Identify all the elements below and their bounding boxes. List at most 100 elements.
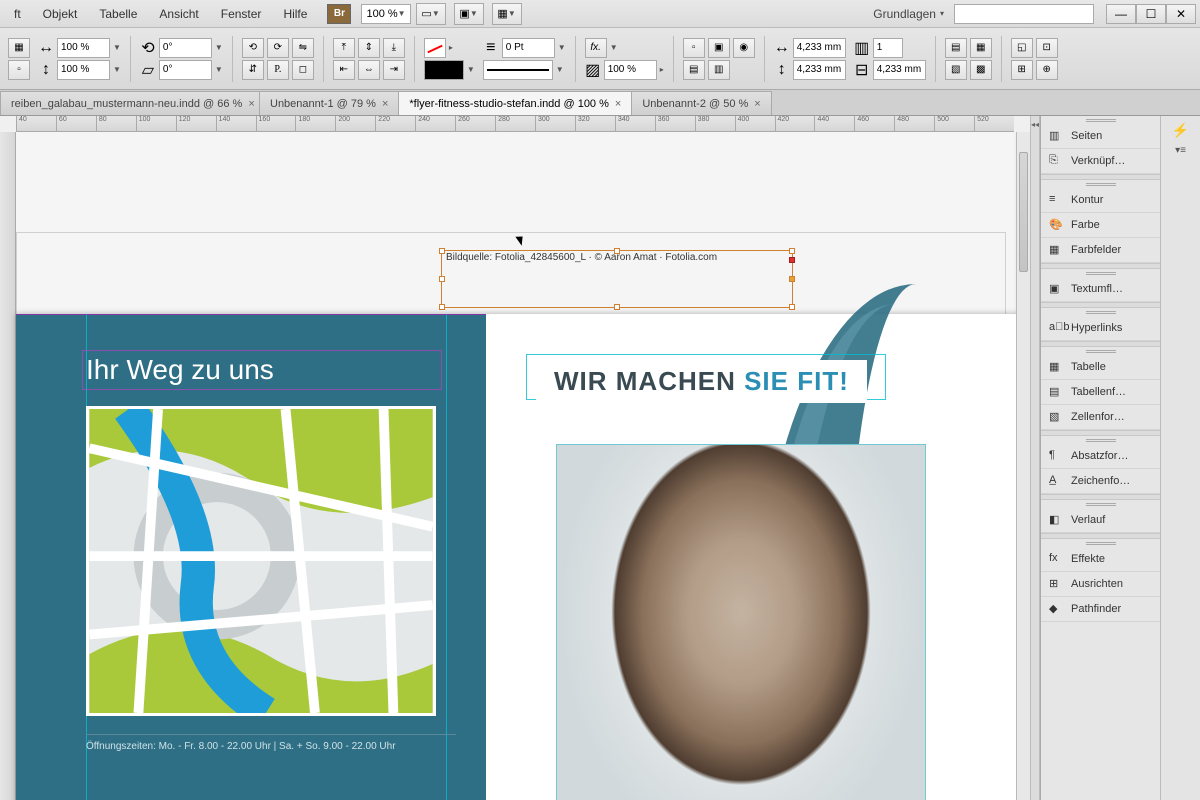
- panel-table[interactable]: ▦Tabelle: [1041, 355, 1160, 380]
- panel-path[interactable]: ◆Pathfinder: [1041, 597, 1160, 622]
- menu-table[interactable]: Tabelle: [89, 3, 147, 25]
- document-tab[interactable]: reiben_galabau_mustermann-neu.indd @ 66 …: [0, 91, 260, 115]
- rotate-cw-icon[interactable]: ⟳: [267, 38, 289, 58]
- vertical-ruler[interactable]: [0, 132, 16, 800]
- wrap-jump-icon[interactable]: ▤: [683, 60, 705, 80]
- shear-field[interactable]: [159, 60, 212, 80]
- gutter-field[interactable]: [873, 60, 926, 80]
- close-icon[interactable]: ×: [754, 98, 760, 110]
- textframe-opt4-icon[interactable]: ▩: [970, 60, 992, 80]
- search-input[interactable]: [954, 4, 1094, 24]
- bridge-button[interactable]: Br: [327, 4, 351, 24]
- model-photo-frame[interactable]: [556, 444, 926, 800]
- scrollbar-thumb[interactable]: [1019, 152, 1028, 272]
- flip-v-icon[interactable]: ⇵: [242, 60, 264, 80]
- wrap-none-icon[interactable]: ▫: [683, 38, 705, 58]
- textframe-opt1-icon[interactable]: ▤: [945, 38, 967, 58]
- columns-field[interactable]: [873, 38, 903, 58]
- panel-stroke[interactable]: ≡Kontur: [1041, 188, 1160, 213]
- stroke-weight-icon: ≡: [483, 40, 499, 56]
- panel-color[interactable]: 🎨Farbe: [1041, 213, 1160, 238]
- zoom-combo[interactable]: 100 % ▼: [361, 4, 410, 24]
- fit-frame-icon[interactable]: ⊞: [1011, 60, 1033, 80]
- point-type-icon[interactable]: P.: [267, 60, 289, 80]
- view-options-button[interactable]: ▭▼: [416, 3, 446, 25]
- gap-x-field[interactable]: [793, 38, 846, 58]
- close-icon[interactable]: ×: [382, 98, 388, 110]
- lightning-icon[interactable]: ⚡: [1172, 122, 1189, 139]
- workspace-switcher[interactable]: Grundlagen▾: [865, 7, 952, 21]
- rotate-ccw-icon[interactable]: ⟲: [242, 38, 264, 58]
- tablef-icon: ▤: [1049, 385, 1065, 399]
- panel-swatches[interactable]: ▦Farbfelder: [1041, 238, 1160, 263]
- menu-window[interactable]: Fenster: [211, 3, 272, 25]
- stroke-swatch[interactable]: [424, 60, 464, 80]
- document-tab[interactable]: Unbenannt-2 @ 50 %×: [631, 91, 771, 115]
- close-icon[interactable]: ×: [248, 98, 254, 110]
- align-right-icon[interactable]: ⇥: [383, 60, 405, 80]
- menu-item[interactable]: ft: [4, 3, 31, 25]
- menu-object[interactable]: Objekt: [33, 3, 88, 25]
- panel-wrap[interactable]: ▣Textumfl…: [1041, 277, 1160, 302]
- flyer-page[interactable]: Ihr Weg zu uns: [16, 314, 1021, 800]
- ref-point-icon[interactable]: ▦: [8, 38, 30, 58]
- arrange-button[interactable]: ▦▼: [492, 3, 522, 25]
- fit-content-icon[interactable]: ⊡: [1036, 38, 1058, 58]
- document-tab[interactable]: Unbenannt-1 @ 79 %×: [259, 91, 399, 115]
- align-top-icon[interactable]: ⤒: [333, 38, 355, 58]
- image-credit-text: Bildquelle: Fotolia_42845600_L · © Aaron…: [446, 252, 717, 263]
- textframe-opt2-icon[interactable]: ▦: [970, 38, 992, 58]
- fill-none-swatch[interactable]: [424, 38, 446, 58]
- panel-collapse-strip[interactable]: ◂◂: [1030, 116, 1040, 800]
- corner-options-icon[interactable]: ◱: [1011, 38, 1033, 58]
- window-minimize-button[interactable]: —: [1106, 4, 1136, 24]
- scale-y-field[interactable]: [57, 60, 110, 80]
- flip-h-icon[interactable]: ⇋: [292, 38, 314, 58]
- stroke-weight-field[interactable]: [502, 38, 555, 58]
- panel-label: Zeichenfo…: [1071, 475, 1130, 487]
- wrap-jumpnext-icon[interactable]: ▥: [708, 60, 730, 80]
- select-container-icon[interactable]: ◻: [292, 60, 314, 80]
- headline-text: WIR MACHEN SIE FIT!: [536, 360, 867, 403]
- horizontal-ruler[interactable]: 4060801001201401601802002202402602803003…: [16, 116, 1014, 132]
- window-maximize-button[interactable]: ☐: [1136, 4, 1166, 24]
- panel-label: Verlauf: [1071, 514, 1105, 526]
- center-content-icon[interactable]: ⊕: [1036, 60, 1058, 80]
- window-close-button[interactable]: ✕: [1166, 4, 1196, 24]
- screen-mode-button[interactable]: ▣▼: [454, 3, 484, 25]
- scale-x-field[interactable]: [57, 38, 110, 58]
- textframe-opt3-icon[interactable]: ▧: [945, 60, 967, 80]
- panel-grad[interactable]: ◧Verlauf: [1041, 508, 1160, 533]
- align-vcenter-icon[interactable]: ⇕: [358, 38, 380, 58]
- extras-strip: ⚡ ▾≡: [1160, 116, 1200, 800]
- panel-para[interactable]: ¶Absatzfor…: [1041, 444, 1160, 469]
- wrap-bbox-icon[interactable]: ▣: [708, 38, 730, 58]
- document-tab-active[interactable]: *flyer-fitness-studio-stefan.indd @ 100 …: [398, 91, 632, 115]
- close-icon[interactable]: ×: [615, 98, 621, 110]
- panel-fx[interactable]: fxEffekte: [1041, 547, 1160, 572]
- align-hcenter-icon[interactable]: ⇔: [358, 60, 380, 80]
- gap-y-field[interactable]: [793, 60, 846, 80]
- map-image-frame[interactable]: [86, 406, 436, 716]
- fx-button[interactable]: fx.: [585, 38, 607, 58]
- constrain-icon[interactable]: ▫: [8, 60, 30, 80]
- vertical-scrollbar[interactable]: [1016, 132, 1030, 800]
- document-canvas[interactable]: 4060801001201401601802002202402602803003…: [0, 116, 1030, 800]
- panel-align[interactable]: ⊞Ausrichten: [1041, 572, 1160, 597]
- panel-menu-icon[interactable]: ▾≡: [1175, 145, 1186, 156]
- panel-links[interactable]: ⎘Verknüpf…: [1041, 149, 1160, 174]
- panel-tablef[interactable]: ▤Tabellenf…: [1041, 380, 1160, 405]
- menu-view[interactable]: Ansicht: [149, 3, 208, 25]
- align-bottom-icon[interactable]: ⤓: [383, 38, 405, 58]
- align-left-icon[interactable]: ⇤: [333, 60, 355, 80]
- panel-pages[interactable]: ▥Seiten: [1041, 124, 1160, 149]
- panel-label: Seiten: [1071, 130, 1102, 142]
- opacity-field[interactable]: [604, 60, 657, 80]
- panel-hyper[interactable]: a⃓bHyperlinks: [1041, 316, 1160, 341]
- wrap-shape-icon[interactable]: ◉: [733, 38, 755, 58]
- panel-cellf[interactable]: ▧Zellenfor…: [1041, 405, 1160, 430]
- menu-help[interactable]: Hilfe: [273, 3, 317, 25]
- stroke-style-field[interactable]: [483, 60, 553, 80]
- rotation-field[interactable]: [159, 38, 212, 58]
- panel-char[interactable]: A̲Zeichenfo…: [1041, 469, 1160, 494]
